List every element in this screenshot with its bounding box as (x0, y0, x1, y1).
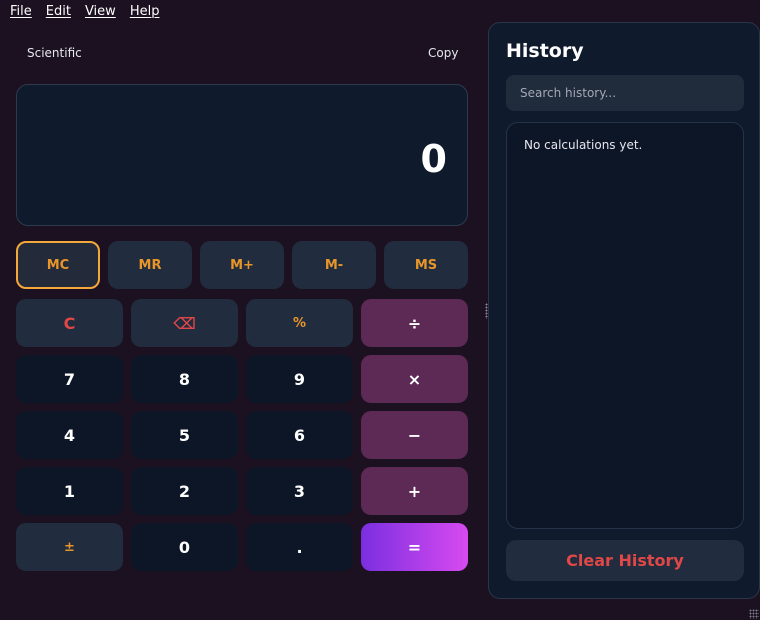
negate-button[interactable]: ± (16, 523, 123, 571)
digit-2-button[interactable]: 2 (131, 467, 238, 515)
multiply-button[interactable]: × (361, 355, 468, 403)
digit-3-button[interactable]: 3 (246, 467, 353, 515)
menu-help[interactable]: Help (130, 4, 160, 19)
menu-view[interactable]: View (85, 4, 116, 19)
digit-8-button[interactable]: 8 (131, 355, 238, 403)
digit-6-button[interactable]: 6 (246, 411, 353, 459)
memory-recall-button[interactable]: MR (108, 241, 192, 289)
percent-button[interactable]: % (246, 299, 353, 347)
memory-clear-button[interactable]: MC (16, 241, 100, 289)
history-search-input[interactable] (506, 75, 744, 111)
memory-subtract-button[interactable]: M- (292, 241, 376, 289)
clear-button[interactable]: C (16, 299, 123, 347)
memory-row: MC MR M+ M- MS (16, 241, 468, 289)
history-list[interactable]: No calculations yet. (506, 122, 744, 529)
digit-0-button[interactable]: 0 (131, 523, 238, 571)
mode-label[interactable]: Scientific (27, 46, 82, 60)
display-value: 0 (420, 137, 447, 181)
equals-button[interactable]: = (361, 523, 468, 571)
digit-1-button[interactable]: 1 (16, 467, 123, 515)
keypad: C ⌫ % ÷ 7 8 9 × 4 5 6 − 1 2 3 + ± 0 . = (16, 299, 468, 571)
backspace-button[interactable]: ⌫ (131, 299, 238, 347)
memory-add-button[interactable]: M+ (200, 241, 284, 289)
history-empty-message: No calculations yet. (524, 138, 643, 152)
divide-button[interactable]: ÷ (361, 299, 468, 347)
digit-7-button[interactable]: 7 (16, 355, 123, 403)
clear-history-button[interactable]: Clear History (506, 540, 744, 581)
add-button[interactable]: + (361, 467, 468, 515)
digit-5-button[interactable]: 5 (131, 411, 238, 459)
menu-edit[interactable]: Edit (46, 4, 71, 19)
digit-4-button[interactable]: 4 (16, 411, 123, 459)
menu-file[interactable]: File (10, 4, 32, 19)
subtract-button[interactable]: − (361, 411, 468, 459)
calculator-display: 0 (16, 84, 468, 226)
digit-9-button[interactable]: 9 (246, 355, 353, 403)
resize-grip-icon[interactable] (749, 609, 759, 619)
history-title: History (506, 40, 584, 62)
history-panel: History No calculations yet. Clear Histo… (488, 22, 760, 599)
menu-bar: File Edit View Help (0, 0, 484, 22)
memory-store-button[interactable]: MS (384, 241, 468, 289)
decimal-button[interactable]: . (246, 523, 353, 571)
copy-button[interactable]: Copy (428, 46, 458, 60)
